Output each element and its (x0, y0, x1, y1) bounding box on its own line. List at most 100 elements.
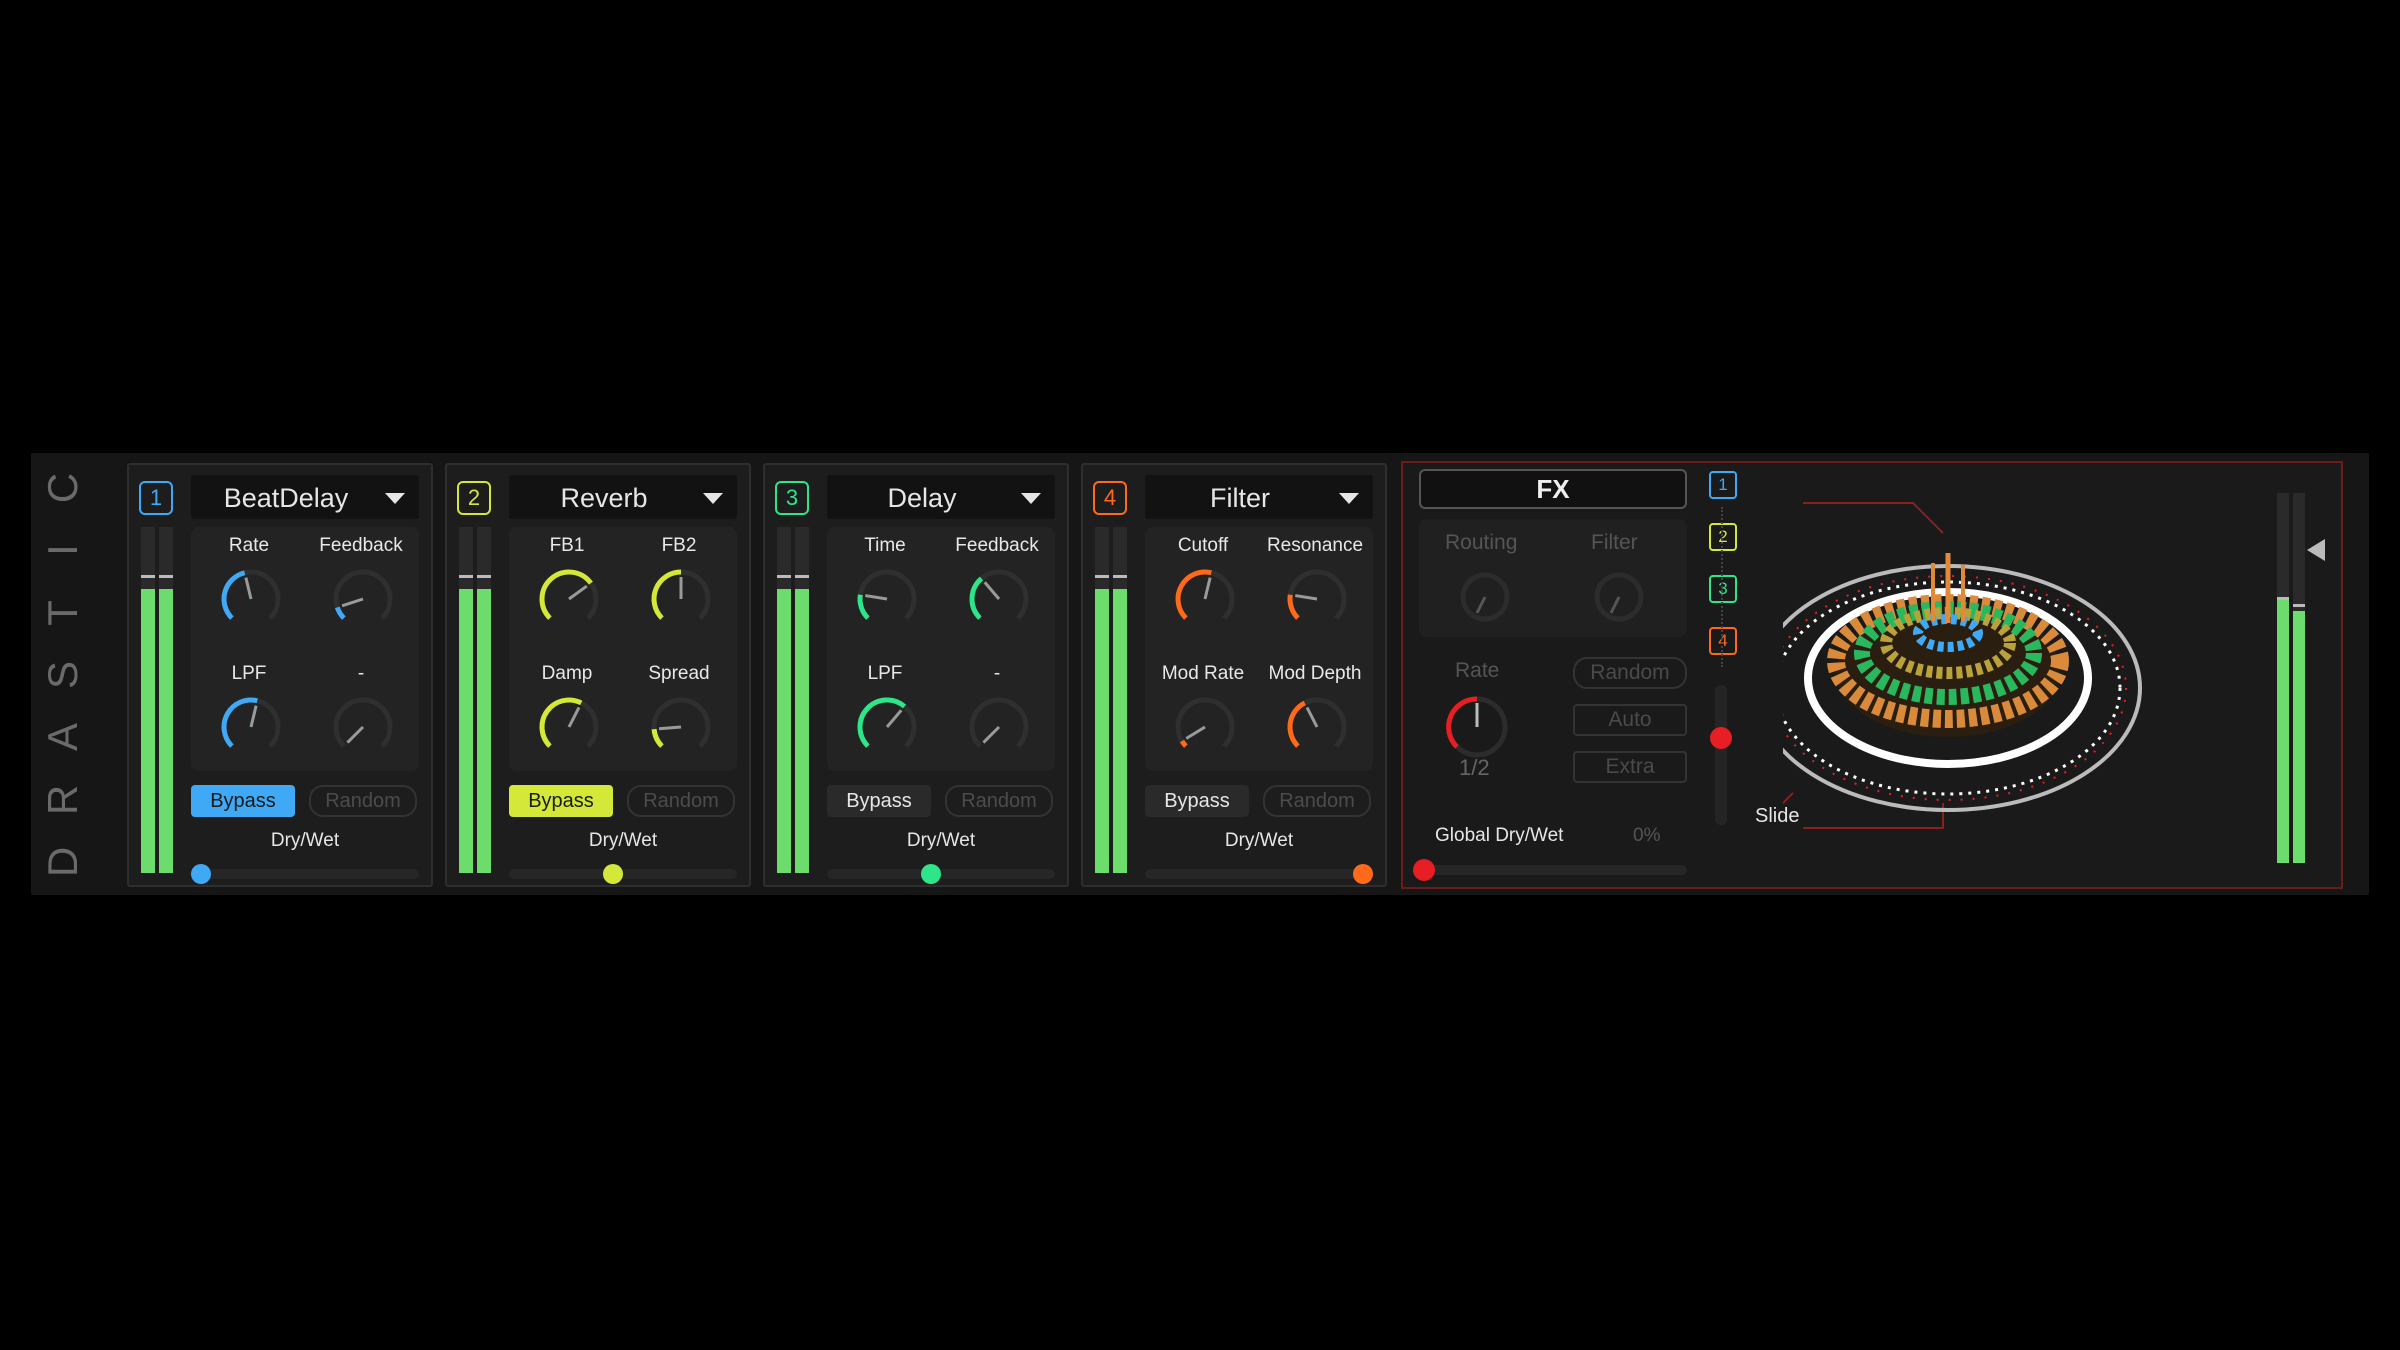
brand-letter: S (38, 660, 86, 689)
knob-resonance[interactable]: Resonance (1261, 527, 1369, 645)
route-slot-4[interactable]: 4 (1709, 627, 1737, 655)
drywet-slider[interactable] (191, 864, 419, 884)
knob-dial[interactable] (649, 567, 713, 631)
global-drywet-slider[interactable] (1413, 859, 1687, 881)
random-button[interactable]: Random (627, 785, 735, 817)
effect-name: Filter (1210, 483, 1270, 513)
knob-dial[interactable] (537, 695, 601, 759)
effect-selector[interactable]: Reverb (509, 475, 737, 519)
knob-dial[interactable] (855, 567, 919, 631)
knob-label: LPF (867, 663, 903, 684)
knob-fb2[interactable]: FB2 (625, 527, 733, 645)
routing-knob[interactable] (1457, 569, 1513, 625)
route-slot-2[interactable]: 2 (1709, 523, 1737, 551)
drywet-thumb[interactable] (602, 864, 623, 884)
slide-slider[interactable] (1710, 685, 1732, 825)
knob-panel: FB1 FB2 Damp Spread (509, 527, 737, 771)
fx-random-button[interactable]: Random (1573, 657, 1687, 689)
fx-visualizer (1783, 502, 2142, 829)
knob-label: Feedback (955, 535, 1039, 556)
filter-knob[interactable] (1591, 569, 1647, 625)
bypass-button[interactable]: Bypass (191, 785, 295, 817)
knob-label: LPF (231, 663, 267, 684)
drywet-thumb[interactable] (1353, 864, 1373, 884)
knob-label: FB2 (661, 535, 697, 556)
drywet-slider[interactable] (1145, 864, 1373, 884)
effect-name: BeatDelay (223, 483, 349, 513)
global-drywet-thumb[interactable] (1413, 859, 1435, 881)
knob-dial[interactable] (1173, 567, 1237, 631)
knob-time[interactable]: Time (831, 527, 939, 645)
effect-selector[interactable]: Filter (1145, 475, 1373, 519)
random-button[interactable]: Random (945, 785, 1053, 817)
knob-feedback[interactable]: Feedback (307, 527, 415, 645)
bypass-button[interactable]: Bypass (827, 785, 931, 817)
knob-dial[interactable] (967, 695, 1031, 759)
knob-lpf[interactable]: LPF (195, 655, 303, 773)
knob-dial[interactable] (1285, 567, 1349, 631)
knob--[interactable]: - (943, 655, 1051, 773)
fx-title-button[interactable]: FX (1419, 469, 1687, 509)
knob-dial[interactable] (219, 567, 283, 631)
knob-cutoff[interactable]: Cutoff (1149, 527, 1257, 645)
effect-slot-2: 2 Reverb FB1 FB2 Damp Spread Bypass Random … (445, 463, 751, 887)
knob-rate[interactable]: Rate (195, 527, 303, 645)
drywet-slider[interactable] (509, 864, 737, 884)
route-slot-1[interactable]: 1 (1709, 471, 1737, 499)
global-drywet-label: Global Dry/Wet (1435, 825, 1564, 846)
output-level-marker[interactable] (2307, 539, 2325, 561)
route-slot-3[interactable]: 3 (1709, 575, 1737, 603)
slide-thumb[interactable] (1710, 727, 1732, 749)
brand-letter: C (39, 472, 86, 504)
chevron-down-icon[interactable] (703, 493, 723, 504)
fx-extra-button[interactable]: Extra (1573, 751, 1687, 783)
effect-selector[interactable]: BeatDelay (191, 475, 419, 519)
knob-dial[interactable] (967, 567, 1031, 631)
fx-auto-button[interactable]: Auto (1573, 704, 1687, 736)
knob--[interactable]: - (307, 655, 415, 773)
knob-dial[interactable] (649, 695, 713, 759)
random-button[interactable]: Random (309, 785, 417, 817)
knob-dial[interactable] (331, 695, 395, 759)
knob-damp[interactable]: Damp (513, 655, 621, 773)
slot-number[interactable]: 2 (457, 481, 491, 515)
knob-label: Damp (541, 663, 593, 684)
knob-dial[interactable] (1173, 695, 1237, 759)
slot-number[interactable]: 3 (775, 481, 809, 515)
knob-mod-depth[interactable]: Mod Depth (1261, 655, 1369, 773)
knob-lpf[interactable]: LPF (831, 655, 939, 773)
drywet-slider[interactable] (827, 864, 1055, 884)
knob-label: - (993, 663, 1001, 684)
knob-dial[interactable] (219, 695, 283, 759)
effect-selector[interactable]: Delay (827, 475, 1055, 519)
input-meter (777, 527, 811, 873)
slot-number[interactable]: 4 (1093, 481, 1127, 515)
knob-dial[interactable] (331, 567, 395, 631)
rate-value: 1/2 (1459, 755, 1490, 780)
bypass-button[interactable]: Bypass (1145, 785, 1249, 817)
knob-panel: Time Feedback LPF - (827, 527, 1055, 771)
knob-feedback[interactable]: Feedback (943, 527, 1051, 645)
drywet-thumb[interactable] (191, 864, 211, 884)
chevron-down-icon[interactable] (1021, 493, 1041, 504)
fx-output-meter (2277, 493, 2307, 863)
random-button[interactable]: Random (1263, 785, 1371, 817)
bypass-button[interactable]: Bypass (509, 785, 613, 817)
rate-knob[interactable] (1441, 691, 1513, 763)
knob-dial[interactable] (855, 695, 919, 759)
route-connector (1721, 507, 1723, 667)
knob-fb1[interactable]: FB1 (513, 527, 621, 645)
knob-dial[interactable] (1285, 695, 1349, 759)
chevron-down-icon[interactable] (385, 493, 405, 504)
knob-spread[interactable]: Spread (625, 655, 733, 773)
knob-label: Resonance (1266, 535, 1364, 556)
knob-dial[interactable] (537, 567, 601, 631)
drywet-label: Dry/Wet (1224, 830, 1294, 851)
drywet-thumb[interactable] (920, 864, 941, 884)
input-meter (141, 527, 175, 873)
slot-number[interactable]: 1 (139, 481, 173, 515)
fx-routing-panel: Routing Filter (1419, 519, 1687, 637)
chevron-down-icon[interactable] (1339, 493, 1359, 504)
rate-label: Rate (1455, 659, 1500, 682)
knob-mod-rate[interactable]: Mod Rate (1149, 655, 1257, 773)
